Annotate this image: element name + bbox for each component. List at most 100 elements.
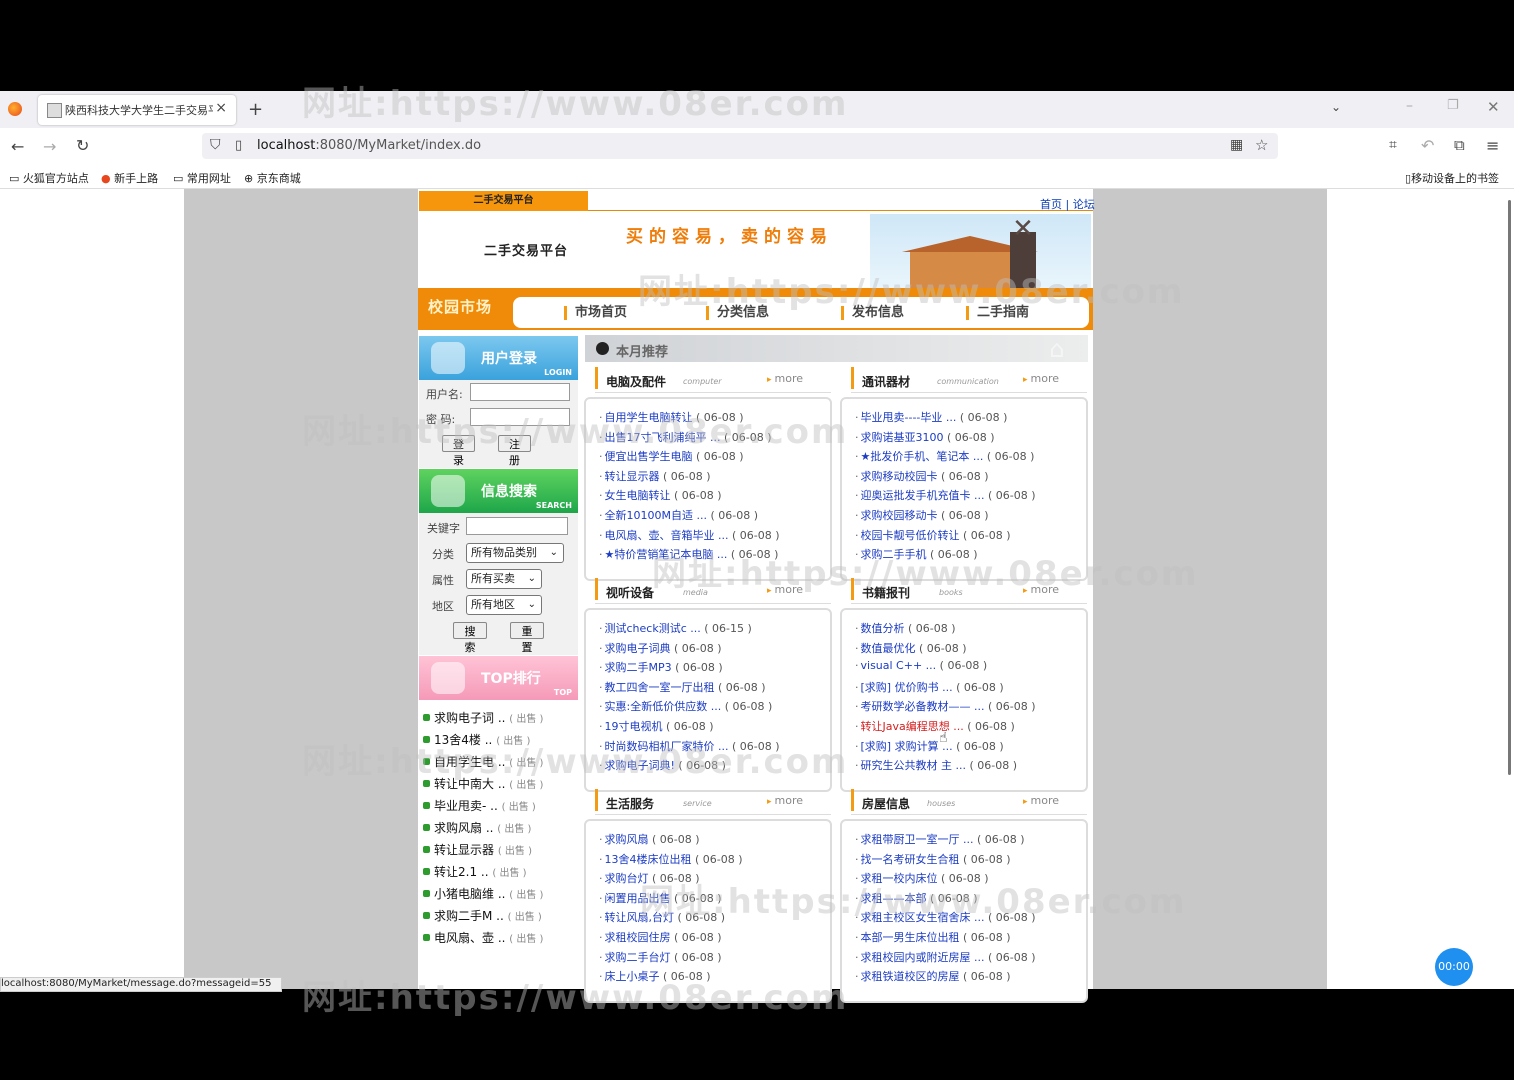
back-icon[interactable]: ← [11,137,24,156]
nav-market-home[interactable]: 市场首页 [564,306,627,320]
page-info-icon[interactable]: ▯ [235,138,242,153]
user-icon [431,342,465,374]
listing-link[interactable]: 求租校园内或附近房屋 ... ( 06-08 ) [855,949,1036,965]
home-forum-links[interactable]: 首页 | 论坛 [1040,196,1095,212]
listing-link[interactable]: 转让Java编程思想 ... ( 06-08 ) [855,718,1015,734]
orange-bar [851,367,854,389]
bullet-icon [423,824,430,831]
minimize-icon[interactable]: – [1406,98,1413,114]
listing-link[interactable]: 女生电脑转让 ( 06-08 ) [599,487,722,503]
listing-link[interactable]: 校园卡靓号低价转让 ( 06-08 ) [855,527,1011,543]
scrollbar[interactable] [1508,200,1511,775]
bookmark-getting-started[interactable]: ● 新手上路 [101,170,158,186]
tab-list-chevron-down-icon[interactable]: ⌄ [1331,100,1341,114]
category-select[interactable]: 所有物品类别 ⌄ [466,543,564,563]
firefox-logo-icon[interactable] [8,102,22,116]
restore-icon[interactable]: ❐ [1447,98,1459,113]
top-item[interactable]: 求购风扇 .. ( 出售 ) [423,819,531,836]
listing-link[interactable]: 求购风扇 ( 06-08 ) [599,831,700,847]
listing-title: 全新10100M自适 ... [604,509,707,522]
more-link[interactable]: more [1023,794,1060,807]
listing-link[interactable]: 13舍4楼床位出租 ( 06-08 ) [599,851,743,867]
attr-select[interactable]: 所有买卖 ⌄ [466,569,542,589]
close-tab-icon[interactable]: × [215,100,227,116]
bookmark-label: 火狐官方站点 [22,172,89,185]
extensions-icon[interactable]: ⧉ [1454,136,1465,154]
listing-link[interactable]: ★批发价手机、笔记本 ... ( 06-08 ) [855,448,1035,464]
top-item-name: 电风扇、壶 .. [434,931,506,945]
listing-link[interactable]: 求租带厨卫一室一厅 ... ( 06-08 ) [855,831,1025,847]
magnifier-icon [431,475,465,507]
crop-icon[interactable]: ⌗ [1389,137,1397,153]
listing-link[interactable]: 求购二手台灯 ( 06-08 ) [599,949,722,965]
listing-link[interactable]: 数值最优化 ( 06-08 ) [855,640,967,656]
listing-link[interactable]: 求购电子词典 ( 06-08 ) [599,640,722,656]
listing-link[interactable]: 实惠:全新低价供应数 ... ( 06-08 ) [599,698,773,714]
listing-link[interactable]: 求租校园住房 ( 06-08 ) [599,929,722,945]
category-en: computer [683,377,722,386]
bullet-icon [423,890,430,897]
top-item[interactable]: 求购电子词 .. ( 出售 ) [423,709,543,726]
more-link[interactable]: more [767,372,804,385]
url-text[interactable]: localhost:8080/MyMarket/index.do [257,138,481,153]
listing-link[interactable]: 测试check测试c ... ( 06-15 ) [599,620,752,636]
qr-code-icon[interactable]: ▦ [1230,137,1243,153]
category-en: communication [937,377,999,386]
bookmark-jd[interactable]: ⊕ 京东商城 [244,170,301,186]
close-window-icon[interactable]: ✕ [1487,98,1500,116]
more-link[interactable]: more [767,794,804,807]
listing-link[interactable]: 19寸电视机 ( 06-08 ) [599,718,714,734]
username-input[interactable] [470,383,570,401]
bookmark-common-sites[interactable]: ▭ 常用网址 [173,170,231,186]
platform-tab: 二手交易平台 [419,191,588,211]
listing-link[interactable]: 迎奥运批发手机充值卡 ... ( 06-08 ) [855,487,1036,503]
top-item[interactable]: 小猪电脑维 .. ( 出售 ) [423,885,543,902]
undo-icon[interactable]: ↶ [1421,136,1434,155]
listing-date: ( 06-08 ) [674,950,722,964]
category-en: service [683,799,712,808]
search-title: 信息搜索 [481,484,537,500]
listing-link[interactable]: 求购诺基亚3100 ( 06-08 ) [855,429,995,445]
top-item-name: 求购二手M .. [434,909,504,923]
new-tab-icon[interactable]: + [248,99,263,120]
recording-timer[interactable]: 00:00 [1435,948,1473,986]
listing-link[interactable]: 求租铁道校区的房屋 ( 06-08 ) [855,968,1011,984]
bookmark-mobile[interactable]: ▯移动设备上的书签 [1405,170,1499,186]
listing-link[interactable]: 考研数学必备教材—— ... ( 06-08 ) [855,698,1036,714]
shield-icon[interactable]: ⛉ [210,137,221,153]
listing-link[interactable]: [求购] 求购计算 ... ( 06-08 ) [855,738,1004,754]
keyword-input[interactable] [466,517,568,535]
listing-link[interactable]: 全新10100M自适 ... ( 06-08 ) [599,507,759,523]
login-header: 用户登录 LOGIN [419,336,578,380]
top-item[interactable]: 转让2.1 .. ( 出售 ) [423,863,527,880]
listing-link[interactable]: 教工四舍一室一厅出租 ( 06-08 ) [599,679,766,695]
forward-icon[interactable]: → [43,137,56,156]
top-item-status: ( 出售 ) [492,868,527,879]
listing-link[interactable]: 找一名考研女生合租 ( 06-08 ) [855,851,1011,867]
bookmark-firefox-site[interactable]: ▭ 火狐官方站点 [9,170,89,186]
listing-link[interactable]: visual C++ ... ( 06-08 ) [855,659,988,672]
browser-tab[interactable]: 陕西科技大学大学生二手交易平 × [38,95,236,125]
star-bookmark-icon[interactable]: ☆ [1255,136,1268,154]
menu-icon[interactable]: ≡ [1486,136,1499,155]
listing-link[interactable]: 本部一男生床位出租 ( 06-08 ) [855,929,1011,945]
top-item[interactable]: 毕业甩卖- .. ( 出售 ) [423,797,536,814]
region-select[interactable]: 所有地区 ⌄ [466,595,542,615]
listing-link[interactable]: 数值分析 ( 06-08 ) [855,620,956,636]
listing-link[interactable]: 转让显示器 ( 06-08 ) [599,468,711,484]
reset-button[interactable]: 重置 [510,622,544,654]
listing-link[interactable]: 求购二手MP3 ( 06-08 ) [599,659,723,675]
top-item[interactable]: 电风扇、壶 .. ( 出售 ) [423,929,543,946]
listing-link[interactable]: 求购移动校园卡 ( 06-08 ) [855,468,989,484]
top-item[interactable]: 求购二手M .. ( 出售 ) [423,907,542,924]
more-link[interactable]: more [1023,372,1060,385]
listing-link[interactable]: 研究生公共教材 主 ... ( 06-08 ) [855,757,1018,773]
search-button[interactable]: 搜索 [453,622,487,654]
top-item[interactable]: 转让显示器 ( 出售 ) [423,841,532,858]
reload-icon[interactable]: ↻ [76,136,89,155]
listing-link[interactable]: 求购校园移动卡 ( 06-08 ) [855,507,989,523]
listing-link[interactable]: 毕业甩卖----毕业 ... ( 06-08 ) [855,409,1008,425]
header-underline [595,814,831,815]
listing-link[interactable]: 电风扇、壶、音箱毕业 ... ( 06-08 ) [599,527,780,543]
listing-link[interactable]: [求购] 优价购书 ... ( 06-08 ) [855,679,1004,695]
